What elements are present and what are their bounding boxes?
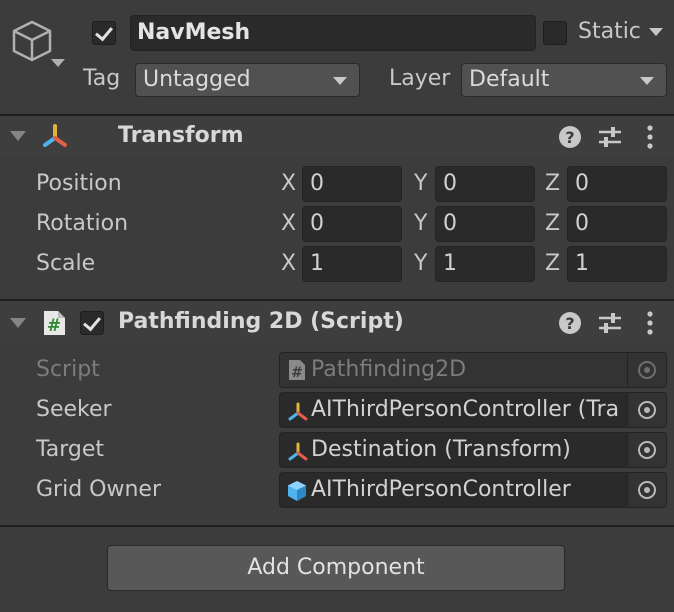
transform-title: Transform bbox=[118, 123, 244, 148]
position-label[interactable]: Position bbox=[36, 171, 122, 196]
object-picker-button bbox=[627, 353, 666, 387]
target-label[interactable]: Target bbox=[36, 437, 104, 462]
axis-x-label[interactable]: X bbox=[281, 211, 296, 236]
layer-label: Layer bbox=[389, 66, 451, 91]
axis-z-label[interactable]: Z bbox=[545, 251, 560, 276]
static-label[interactable]: Static bbox=[578, 19, 641, 44]
grid-owner-value: AIThirdPersonController bbox=[311, 477, 571, 502]
svg-text:#: # bbox=[47, 316, 61, 336]
object-picker-button[interactable] bbox=[627, 433, 666, 467]
grid-owner-label[interactable]: Grid Owner bbox=[36, 477, 161, 502]
chevron-down-icon bbox=[640, 77, 654, 85]
divider bbox=[0, 525, 674, 527]
rotation-y-field[interactable]: 0 bbox=[435, 206, 535, 242]
scale-x-field[interactable]: 1 bbox=[302, 246, 402, 282]
svg-text:?: ? bbox=[565, 128, 574, 147]
check-icon bbox=[95, 22, 113, 42]
axis-y-label[interactable]: Y bbox=[414, 211, 427, 236]
target-field[interactable]: Destination (Transform) bbox=[279, 432, 667, 468]
script-value: Pathfinding2D bbox=[311, 357, 467, 382]
static-checkbox[interactable] bbox=[543, 21, 567, 45]
position-z-field[interactable]: 0 bbox=[567, 166, 667, 202]
scale-y-field[interactable]: 1 bbox=[435, 246, 535, 282]
more-options-icon[interactable] bbox=[637, 310, 663, 336]
layer-value: Default bbox=[469, 67, 550, 92]
position-y-field[interactable]: 0 bbox=[435, 166, 535, 202]
transform-icon bbox=[287, 401, 309, 423]
object-picker-button[interactable] bbox=[627, 473, 666, 507]
active-checkbox[interactable] bbox=[92, 21, 116, 45]
foldout-arrow-icon[interactable] bbox=[10, 131, 26, 141]
position-x-field[interactable]: 0 bbox=[302, 166, 402, 202]
presets-icon[interactable] bbox=[597, 310, 623, 336]
script-field: # Pathfinding2D bbox=[279, 352, 667, 388]
rotation-z-field[interactable]: 0 bbox=[567, 206, 667, 242]
axis-x-label[interactable]: X bbox=[281, 171, 296, 196]
axis-y-label[interactable]: Y bbox=[414, 171, 427, 196]
svg-text:?: ? bbox=[565, 314, 574, 333]
script-hash-icon: # bbox=[287, 359, 307, 381]
foldout-arrow-icon[interactable] bbox=[10, 318, 26, 328]
transform-icon bbox=[41, 123, 69, 151]
name-field[interactable]: NavMesh bbox=[130, 15, 536, 51]
script-label: Script bbox=[36, 357, 100, 382]
seeker-field[interactable]: AIThirdPersonController (Tra bbox=[279, 392, 667, 428]
more-options-icon[interactable] bbox=[637, 124, 663, 150]
pathfinding-title: Pathfinding 2D (Script) bbox=[118, 309, 404, 334]
svg-text:#: # bbox=[291, 365, 303, 381]
axis-x-label[interactable]: X bbox=[281, 251, 296, 276]
script-hash-icon: # bbox=[41, 310, 67, 336]
help-icon[interactable]: ? bbox=[557, 310, 583, 336]
add-component-button[interactable]: Add Component bbox=[107, 545, 565, 591]
axis-z-label[interactable]: Z bbox=[545, 171, 560, 196]
chevron-down-icon bbox=[333, 77, 347, 85]
scale-z-field[interactable]: 1 bbox=[567, 246, 667, 282]
object-picker-button[interactable] bbox=[627, 393, 666, 427]
grid-owner-field[interactable]: AIThirdPersonController bbox=[279, 472, 667, 508]
script-enabled-checkbox[interactable] bbox=[80, 311, 104, 335]
presets-icon[interactable] bbox=[597, 124, 623, 150]
transform-icon bbox=[287, 441, 309, 463]
layer-dropdown[interactable]: Default bbox=[461, 63, 667, 97]
check-icon bbox=[83, 312, 101, 332]
axis-y-label[interactable]: Y bbox=[414, 251, 427, 276]
scale-label[interactable]: Scale bbox=[36, 251, 95, 276]
target-value: Destination (Transform) bbox=[311, 437, 571, 462]
gameobject-icon[interactable] bbox=[10, 18, 66, 70]
axis-z-label[interactable]: Z bbox=[545, 211, 560, 236]
tag-dropdown[interactable]: Untagged bbox=[135, 63, 360, 97]
rotation-x-field[interactable]: 0 bbox=[302, 206, 402, 242]
seeker-value: AIThirdPersonController (Tra bbox=[311, 397, 620, 422]
rotation-label[interactable]: Rotation bbox=[36, 211, 128, 236]
prefab-cube-icon bbox=[286, 480, 308, 502]
static-dropdown-caret-icon[interactable] bbox=[649, 28, 663, 36]
tag-label: Tag bbox=[83, 66, 121, 91]
seeker-label[interactable]: Seeker bbox=[36, 397, 112, 422]
help-icon[interactable]: ? bbox=[557, 124, 583, 150]
tag-value: Untagged bbox=[143, 67, 251, 92]
